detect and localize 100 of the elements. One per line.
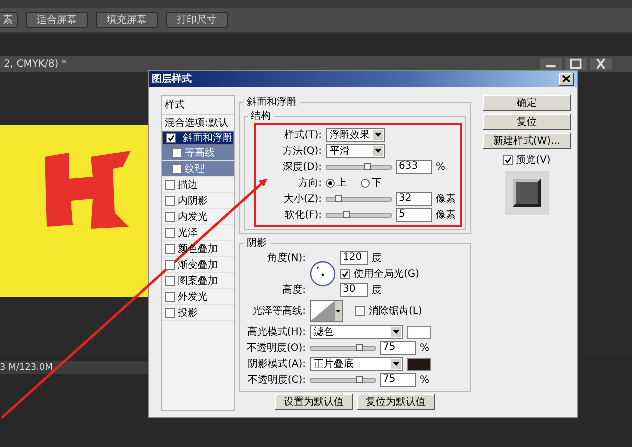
style-list-item[interactable]: 内阴影 xyxy=(162,193,234,209)
style-label: 投影 xyxy=(178,306,198,320)
input-field[interactable]: 32 xyxy=(396,192,432,206)
style-list-item[interactable]: 内发光 xyxy=(162,209,234,225)
document-title: 2, CMYK/8) * xyxy=(3,58,67,70)
checkbox[interactable] xyxy=(165,260,175,270)
style-label: 外发光 xyxy=(178,290,208,304)
dialog-button[interactable]: 复位 xyxy=(483,114,571,130)
dialog-button[interactable]: 新建样式(W)... xyxy=(483,133,571,149)
style-sub-item[interactable]: 等高线 xyxy=(162,145,234,161)
close-icon xyxy=(562,75,571,83)
unit-label: 度 xyxy=(372,252,382,265)
list-header: 样式 xyxy=(162,96,234,115)
input-field[interactable]: 633 xyxy=(396,160,432,174)
dropdown[interactable]: 滤色 xyxy=(310,325,403,339)
style-list-item[interactable]: 图案叠加 xyxy=(162,273,234,289)
style-label: 图案叠加 xyxy=(178,274,218,288)
field-label: 深度(D): xyxy=(282,160,322,174)
style-list-item[interactable]: 描边 xyxy=(162,177,234,193)
style-list-item[interactable]: 光泽 xyxy=(162,225,234,241)
style-sub-item[interactable]: 纹理 xyxy=(162,161,234,177)
style-list-item[interactable]: 斜面和浮雕 xyxy=(162,131,234,145)
caret-icon xyxy=(391,359,401,369)
checkbox[interactable] xyxy=(340,269,350,279)
minimize-icon[interactable] xyxy=(540,58,562,70)
group-title: 斜面和浮雕 xyxy=(246,96,298,109)
toolbar-button[interactable]: 适合屏幕 xyxy=(26,12,88,28)
style-label: 混合选项:默认 xyxy=(165,116,228,130)
dialog-button[interactable]: 设置为默认值 xyxy=(275,394,353,410)
color-swatch[interactable] xyxy=(407,326,431,338)
input-field[interactable]: 5 xyxy=(396,208,432,222)
field-label: 样式(T): xyxy=(284,128,322,142)
style-list-item[interactable]: 外发光 xyxy=(162,289,234,305)
field-label: 大小(Z): xyxy=(282,192,322,206)
field-label: 角度(N): xyxy=(266,252,306,265)
caret-icon xyxy=(373,130,383,140)
field-label: 不透明度(C): xyxy=(246,374,306,387)
checkbox[interactable] xyxy=(165,196,175,206)
slider-thumb[interactable] xyxy=(356,344,363,350)
style-label: 光泽 xyxy=(178,226,198,240)
group-title: 阴影 xyxy=(246,237,268,250)
style-label: 内阴影 xyxy=(178,194,208,208)
unit-label: % xyxy=(420,374,430,386)
slider-thumb[interactable] xyxy=(364,162,371,170)
radio-button[interactable] xyxy=(326,178,335,188)
close-button[interactable] xyxy=(559,72,574,86)
checkbox[interactable] xyxy=(166,133,176,143)
style-preview xyxy=(505,171,549,215)
style-list-item[interactable]: 渐变叠加 xyxy=(162,257,234,273)
checkbox-label: 使用全局光(G) xyxy=(354,268,420,281)
style-label: 渐变叠加 xyxy=(178,258,218,272)
field-label: 高光模式(H): xyxy=(246,326,306,339)
color-swatch[interactable] xyxy=(407,358,431,370)
input-field[interactable]: 75 xyxy=(380,341,416,355)
maximize-icon[interactable] xyxy=(565,58,587,70)
checkbox[interactable] xyxy=(165,228,175,238)
checkbox[interactable] xyxy=(355,306,365,316)
toolbar-button[interactable]: 素 xyxy=(0,12,18,28)
style-label: 等高线 xyxy=(185,146,215,160)
toolbar-button[interactable]: 填充屏幕 xyxy=(96,12,158,28)
input-field[interactable]: 75 xyxy=(380,373,416,387)
slider-thumb[interactable] xyxy=(343,210,350,218)
dropdown[interactable]: 浮雕效果 xyxy=(326,128,385,142)
radio-button[interactable] xyxy=(361,178,370,188)
field-label: 高度: xyxy=(282,284,306,297)
unit-label: 像素 xyxy=(436,208,456,222)
slider-thumb[interactable] xyxy=(356,376,363,382)
unit-label: % xyxy=(420,342,430,354)
close-icon[interactable] xyxy=(590,58,612,70)
caret-icon xyxy=(373,146,383,156)
dropdown[interactable]: 正片叠底 xyxy=(310,357,403,371)
checkbox-label: 预览(V) xyxy=(516,154,551,167)
contour-picker[interactable] xyxy=(310,300,343,322)
caret-icon xyxy=(391,327,401,337)
radio-option[interactable]: 下 xyxy=(361,176,382,190)
toolbar-button[interactable]: 打印尺寸 xyxy=(166,12,228,28)
checkbox-label: 消除锯齿(L) xyxy=(369,304,422,318)
dialog-button[interactable]: 复位为默认值 xyxy=(357,394,435,410)
checkbox[interactable] xyxy=(165,292,175,302)
checkbox[interactable] xyxy=(172,148,182,158)
dialog-button[interactable]: 确定 xyxy=(483,95,571,111)
field-label: 方法(Q): xyxy=(282,144,322,158)
input-field[interactable]: 30 xyxy=(340,283,368,297)
radio-option[interactable]: 上 xyxy=(326,176,347,190)
checkbox[interactable] xyxy=(165,308,175,318)
checkbox[interactable] xyxy=(165,244,175,254)
checkbox[interactable] xyxy=(503,155,514,165)
field-label: 不透明度(O): xyxy=(246,342,306,355)
dropdown[interactable]: 平滑 xyxy=(326,144,385,158)
unit-label: % xyxy=(436,162,446,172)
angle-dial-icon[interactable] xyxy=(310,261,336,287)
style-list-item[interactable]: 投影 xyxy=(162,305,234,321)
slider-thumb[interactable] xyxy=(334,194,342,202)
checkbox[interactable] xyxy=(165,212,175,222)
input-field[interactable]: 120 xyxy=(340,251,368,265)
checkbox[interactable] xyxy=(165,276,175,286)
checkbox[interactable] xyxy=(172,164,182,174)
checkbox[interactable] xyxy=(165,180,175,190)
style-label: 描边 xyxy=(178,178,198,192)
style-label: 斜面和浮雕 xyxy=(183,132,233,145)
